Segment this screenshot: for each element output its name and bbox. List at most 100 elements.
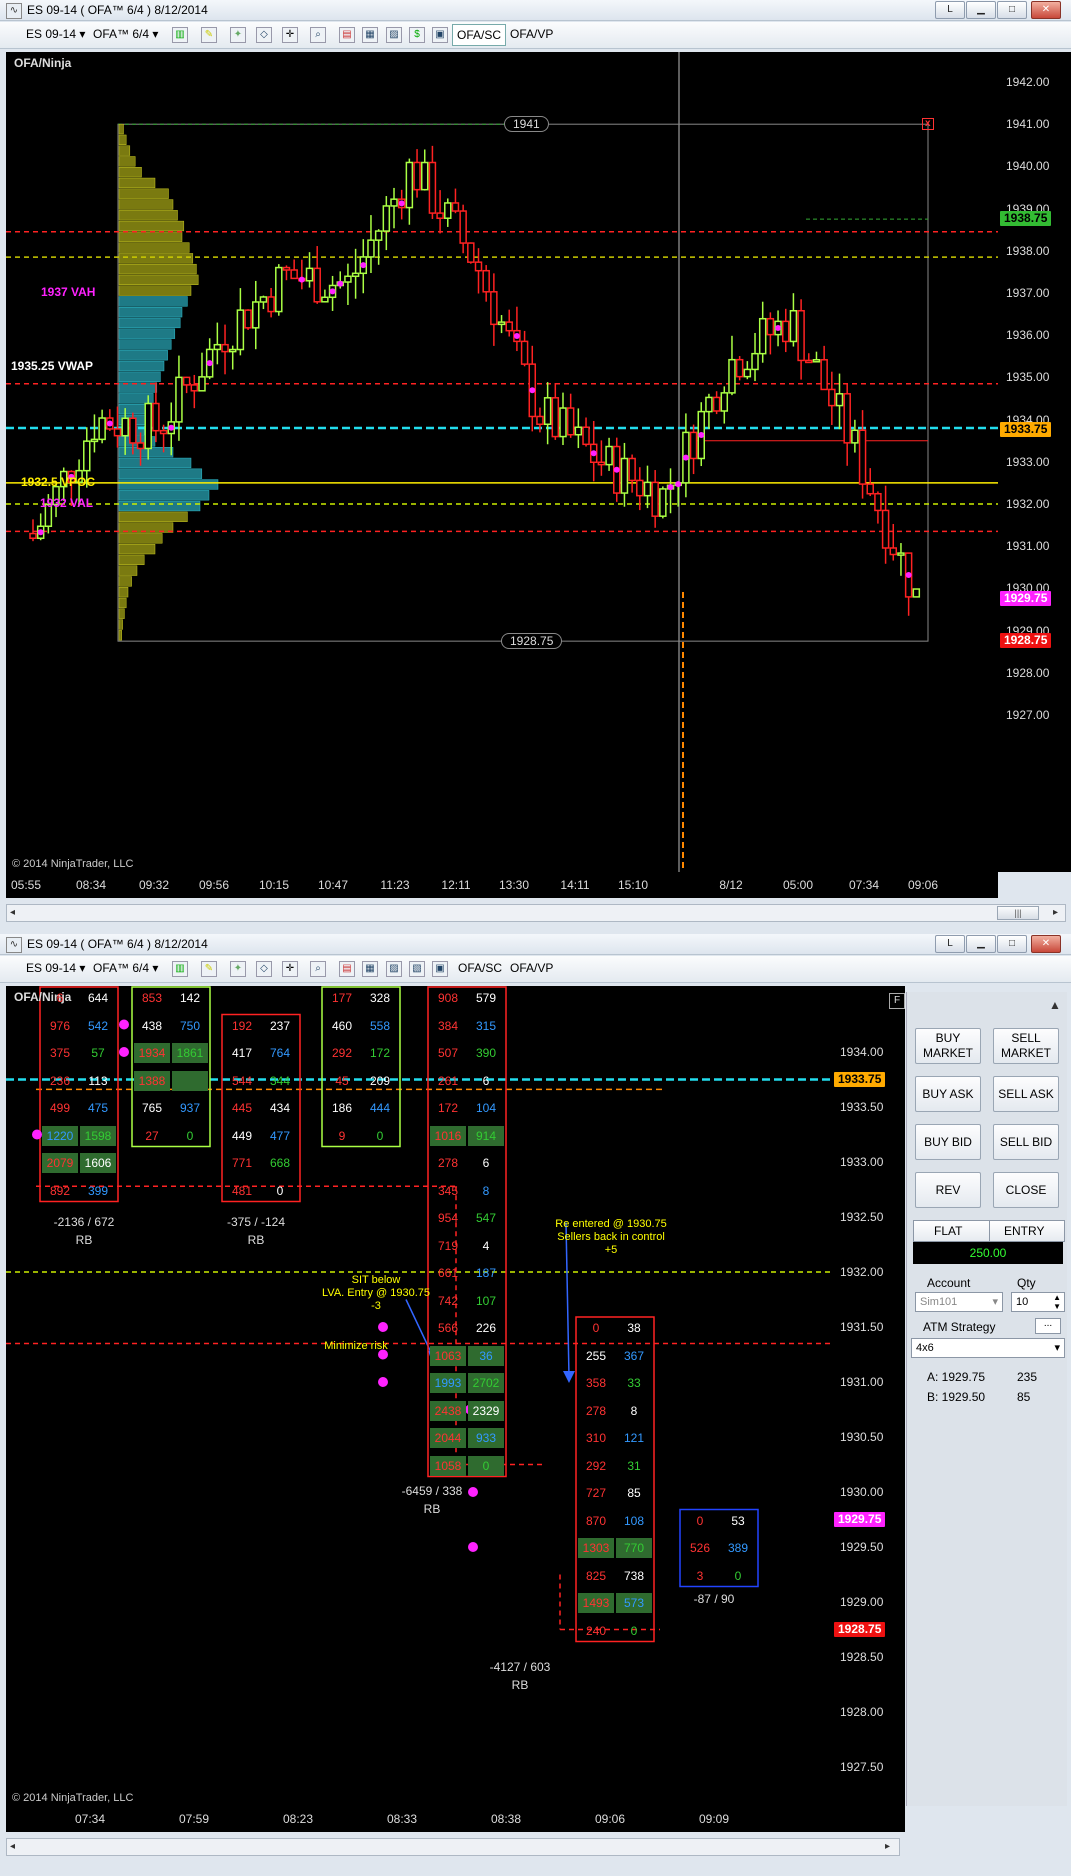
minimize-icon[interactable]: ▁ (966, 935, 996, 953)
time-axis[interactable]: 07:34 07:59 08:23 08:33 08:38 09:06 09:09 (6, 1806, 905, 1832)
ask-volume-cell: 389 (727, 1541, 749, 1555)
ask-volume-cell: 6 (482, 1073, 490, 1088)
bid-volume-cell: 499 (49, 1101, 71, 1115)
instrument-selector[interactable]: ES 09-14 ▾ (26, 961, 85, 975)
bottom-title-bar[interactable]: ∿ ES 09-14 ( OFA™ 6/4 ) 8/12/2014 L ▁ □ … (0, 934, 1071, 955)
horizontal-scrollbar[interactable]: ◂ ▸ (6, 1838, 900, 1856)
bars-type-icon[interactable]: ▥ (172, 961, 188, 977)
hide-icon[interactable]: ◇ (256, 961, 272, 977)
chart-image-icon[interactable]: ▨ (386, 27, 402, 43)
order-flow-plot-area[interactable]: OFA/Ninja © 2014 NinjaTrader, LLC 6 644 97… (6, 986, 832, 1806)
volume-profile-bar (118, 167, 142, 178)
tab-ofa-vp[interactable]: OFA/VP (510, 27, 553, 41)
properties-icon[interactable]: ▣ (432, 961, 448, 977)
candle-body (367, 239, 375, 258)
reverse-button[interactable]: REV (915, 1172, 981, 1208)
close-icon[interactable]: ✕ (1031, 1, 1061, 19)
time-axis[interactable]: 05:55 08:34 09:32 09:56 10:15 10:47 11:23 12:11… (6, 872, 998, 898)
crosshair-icon[interactable]: ✛ (282, 27, 298, 43)
candle-body (605, 445, 613, 466)
zoom-icon[interactable]: ⌕ (310, 27, 326, 43)
top-title-bar[interactable]: ∿ ES 09-14 ( OFA™ 6/4 ) 8/12/2014 L ▁ □ … (0, 0, 1071, 21)
candle-body (805, 359, 813, 364)
link-button[interactable]: L (935, 935, 965, 953)
instrument-selector[interactable]: ES 09-14 ▾ (26, 27, 85, 41)
tab-ofa-sc[interactable]: OFA/SC (452, 24, 507, 46)
scroll-left-icon[interactable]: ◂ (10, 907, 15, 918)
panel-maximize-icon[interactable]: F (889, 993, 905, 1009)
period-selector[interactable]: OFA™ 6/4 ▾ (93, 961, 158, 975)
maximize-icon[interactable]: □ (997, 935, 1027, 953)
zoom-icon[interactable]: ⌕ (310, 961, 326, 977)
strategies-icon[interactable]: ▧ (409, 961, 425, 977)
time-tick-label: 05:55 (10, 878, 42, 892)
tab-ofa-vp[interactable]: OFA/VP (510, 961, 553, 975)
ask-volume-cell: 477 (269, 1128, 291, 1143)
bid-volume-cell: 2044 (430, 1428, 466, 1448)
bars-type-icon[interactable]: ▥ (172, 27, 188, 43)
horizontal-scrollbar[interactable]: ◂ ||| ▸ (6, 904, 1066, 922)
price-plot-area[interactable]: OFA/Ninja © 2014 NinjaTrader, LLC F 1937… (6, 52, 998, 872)
candle-body (451, 202, 460, 212)
scroll-left-icon[interactable]: ◂ (10, 1841, 15, 1852)
ask-volume-cell: 0 (276, 1183, 284, 1198)
strategies-icon[interactable]: $ (409, 27, 425, 43)
panel-scroll-up-icon[interactable]: ▲ (1049, 998, 1061, 1012)
sell-bid-button[interactable]: SELL BID (993, 1124, 1059, 1160)
entry-note: SIT below LVA. Entry @ 1930.75 -3 (322, 1274, 430, 1312)
candle-body (574, 426, 583, 436)
candle-body (228, 348, 237, 353)
bid-volume-cell: 853 (141, 991, 163, 1005)
scroll-right-icon[interactable]: ▸ (885, 1841, 890, 1852)
indicators-icon[interactable]: ▦ (362, 961, 378, 977)
strategy-icon[interactable]: ✦ (230, 961, 246, 977)
sell-ask-button[interactable]: SELL ASK (993, 1076, 1059, 1112)
scroll-right-icon[interactable]: ▸ (1053, 907, 1058, 918)
close-icon[interactable]: ✕ (1031, 935, 1061, 953)
ask-volume-cell: 237 (269, 1018, 291, 1033)
time-tick-label: 8/12 (719, 878, 743, 892)
price-tick-label: 1940.00 (1006, 159, 1050, 174)
candle-body (536, 415, 544, 426)
data-box-icon[interactable]: ▤ (339, 27, 355, 43)
strategy-icon[interactable]: ✦ (230, 27, 246, 43)
account-select[interactable]: Sim101 ▾ (915, 1292, 1003, 1312)
bid-volume-cell: 765 (141, 1101, 163, 1115)
maximize-icon[interactable]: □ (997, 1, 1027, 19)
pencil-icon[interactable]: ✎ (201, 27, 217, 43)
signal-dot (698, 432, 705, 439)
ask-volume-cell: 0 (186, 1128, 194, 1143)
tab-ofa-sc[interactable]: OFA/SC (458, 961, 502, 975)
bottom-chart-window: ∿ ES 09-14 ( OFA™ 6/4 ) 8/12/2014 L ▁ □ … (0, 934, 1071, 1876)
atm-more-button[interactable]: ... (1035, 1318, 1061, 1334)
close-position-button[interactable]: CLOSE (993, 1172, 1059, 1208)
price-axis[interactable]: 1942.00 1941.00 1940.00 1939.00 1938.00 1937.… (998, 52, 1071, 872)
candle-body (190, 384, 199, 392)
signal-dot (206, 360, 213, 367)
minimize-icon[interactable]: ▁ (966, 1, 996, 19)
buy-ask-button[interactable]: BUY ASK (915, 1076, 981, 1112)
quantity-stepper[interactable]: 10 ▲ ▼ (1011, 1292, 1065, 1312)
candle-body (705, 396, 713, 413)
link-button[interactable]: L (935, 1, 965, 19)
sell-market-button[interactable]: SELL MARKET (993, 1028, 1059, 1064)
buy-market-button[interactable]: BUY MARKET (915, 1028, 981, 1064)
period-selector[interactable]: OFA™ 6/4 ▾ (93, 27, 158, 41)
atm-strategy-select[interactable]: 4x6 ▾ (911, 1338, 1065, 1358)
time-tick-label: 09:32 (138, 878, 170, 892)
pencil-icon[interactable]: ✎ (201, 961, 217, 977)
volume-profile-bar (118, 307, 183, 318)
close-range-icon[interactable]: x (922, 118, 934, 131)
scroll-thumb[interactable]: ||| (997, 906, 1039, 920)
ask-volume-cell: 8 (630, 1403, 638, 1418)
hide-icon[interactable]: ◇ (256, 27, 272, 43)
chart-image-icon[interactable]: ▨ (386, 961, 402, 977)
crosshair-icon[interactable]: ✛ (282, 961, 298, 977)
indicators-icon[interactable]: ▦ (362, 27, 378, 43)
price-axis[interactable]: 1934.00 1933.50 1933.00 1932.50 1932.00 1931.… (832, 986, 905, 1806)
properties-icon[interactable]: ▣ (432, 27, 448, 43)
data-box-icon[interactable]: ▤ (339, 961, 355, 977)
buy-bid-button[interactable]: BUY BID (915, 1124, 981, 1160)
signal-dot (298, 276, 305, 283)
candle-body (175, 376, 183, 423)
